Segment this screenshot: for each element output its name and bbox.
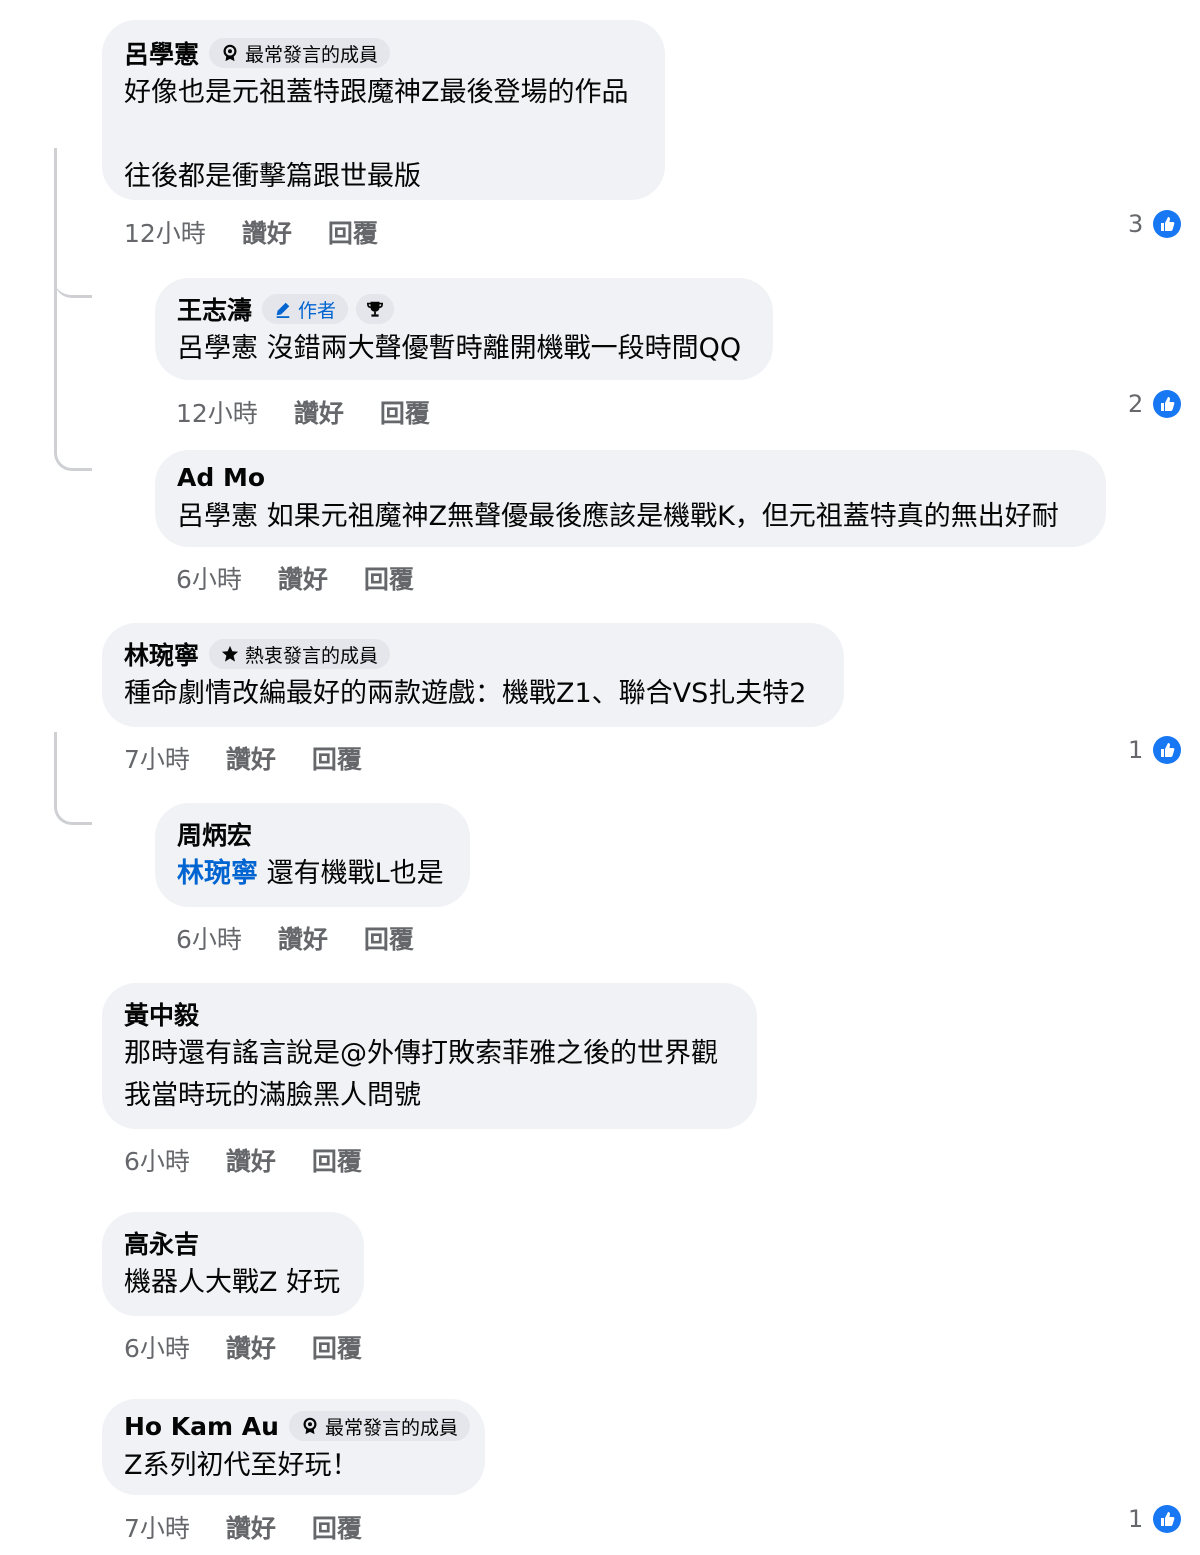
reaction-count[interactable]: 1: [1128, 736, 1182, 764]
comment-author[interactable]: 黃中毅: [124, 996, 199, 1032]
like-button[interactable]: 讚好: [226, 1509, 276, 1545]
like-button[interactable]: 讚好: [226, 1329, 276, 1365]
rising-contributor-badge[interactable]: 熱衷發言的成員: [209, 639, 391, 669]
comment-text: 好像也是元祖蓋特跟魔神Z最後登場的作品 往後都是衝擊篇跟世最版: [124, 77, 629, 192]
reply-button[interactable]: 回覆: [312, 1329, 362, 1365]
like-button[interactable]: 讚好: [226, 1142, 276, 1178]
top-contributor-badge[interactable]: 最常發言的成員: [288, 1411, 470, 1441]
like-button[interactable]: 讚好: [226, 740, 276, 776]
comment-actions: 7小時 讚好 回覆: [124, 740, 362, 776]
comment-actions: 12小時 讚好 回覆: [124, 214, 378, 250]
comment-author[interactable]: 林琬寧: [124, 636, 199, 672]
author-badge[interactable]: 作者: [262, 294, 349, 324]
reaction-count[interactable]: 2: [1128, 390, 1182, 418]
reaction-count-value: 1: [1128, 736, 1144, 764]
comment-text: 種命劇情改編最好的兩款遊戲：機戰Z1、聯合VS扎夫特2: [124, 678, 807, 709]
comment-author[interactable]: 王志濤: [177, 291, 252, 327]
comment-actions: 6小時 讚好 回覆: [124, 1142, 362, 1178]
comment-text: 那時還有謠言說是@外傳打敗索菲雅之後的世界觀 我當時玩的滿臉黑人問號: [124, 1038, 718, 1111]
badge-label: 最常發言的成員: [324, 1416, 458, 1439]
mention-link[interactable]: 呂學憲: [177, 333, 258, 364]
reaction-count-value: 1: [1128, 1505, 1144, 1533]
comment-author[interactable]: Ad Mo: [177, 463, 265, 492]
comment-actions: 6小時 讚好 回覆: [176, 920, 414, 956]
comment-time[interactable]: 6小時: [124, 1329, 190, 1365]
comment-author[interactable]: 呂學憲: [124, 35, 199, 71]
mention-link[interactable]: 呂學憲: [177, 501, 258, 532]
comment-author[interactable]: 周炳宏: [177, 816, 252, 852]
badge-label: 作者: [298, 299, 337, 322]
thumbs-up-icon: [1153, 210, 1182, 238]
comment-text: Z系列初代至好玩！: [124, 1450, 359, 1481]
trophy-badge[interactable]: [356, 294, 395, 324]
reply-button[interactable]: 回覆: [364, 560, 414, 596]
comment-time[interactable]: 6小時: [176, 560, 242, 596]
comment-bubble: 呂學憲 最常發言的成員 好像也是元祖蓋特跟魔神Z最後登場的作品 往後都是衝擊篇跟…: [102, 20, 665, 200]
like-button[interactable]: 讚好: [294, 394, 344, 430]
reaction-count-value: 2: [1128, 390, 1144, 418]
thumbs-up-icon: [1153, 736, 1182, 764]
top-contributor-badge[interactable]: 最常發言的成員: [209, 38, 391, 68]
comment-text: 機器人大戰Z 好玩: [124, 1267, 341, 1298]
comment-bubble: 黃中毅 那時還有謠言說是@外傳打敗索菲雅之後的世界觀 我當時玩的滿臉黑人問號: [102, 983, 757, 1129]
ribbon-medal-icon: [303, 1417, 317, 1435]
reply-button[interactable]: 回覆: [312, 1142, 362, 1178]
star-icon: [221, 645, 239, 662]
comment-actions: 6小時 讚好 回覆: [176, 560, 414, 596]
reaction-count[interactable]: 3: [1128, 210, 1182, 238]
comment-text: 如果元祖魔神Z無聲優最後應該是機戰K，但元祖蓋特真的無出好耐: [258, 501, 1059, 532]
mention-link[interactable]: 林琬寧: [177, 858, 258, 889]
comment-time[interactable]: 6小時: [124, 1142, 190, 1178]
pencil-icon: [276, 302, 290, 318]
thread-branch: [54, 258, 92, 298]
comment-time[interactable]: 7小時: [124, 1509, 190, 1545]
comment-bubble: 林琬寧 熱衷發言的成員 種命劇情改編最好的兩款遊戲：機戰Z1、聯合VS扎夫特2: [102, 623, 844, 727]
like-button[interactable]: 讚好: [278, 560, 328, 596]
reaction-count[interactable]: 1: [1128, 1505, 1182, 1533]
thumbs-up-icon: [1153, 390, 1182, 418]
comment-actions: 7小時 讚好 回覆: [124, 1509, 362, 1545]
like-button[interactable]: 讚好: [242, 214, 292, 250]
comment-time[interactable]: 12小時: [176, 394, 258, 430]
thread-branch: [54, 298, 92, 471]
comment-actions: 12小時 讚好 回覆: [176, 394, 430, 430]
thumbs-up-icon: [1153, 1505, 1182, 1533]
reply-button[interactable]: 回覆: [380, 394, 430, 430]
reaction-count-value: 3: [1128, 210, 1144, 238]
comment-bubble: Ho Kam Au 最常發言的成員 Z系列初代至好玩！: [102, 1399, 485, 1495]
badge-label: 熱衷發言的成員: [245, 644, 379, 667]
comment-author[interactable]: 高永吉: [124, 1225, 199, 1261]
comment-author[interactable]: Ho Kam Au: [124, 1412, 279, 1441]
ribbon-medal-icon: [223, 44, 237, 62]
comment-bubble: 高永吉 機器人大戰Z 好玩: [102, 1212, 364, 1316]
reply-bubble: 周炳宏 林琬寧 還有機戰L也是: [155, 803, 470, 907]
trophy-icon: [367, 301, 384, 317]
reply-bubble: 王志濤 作者 呂學憲 沒錯兩大聲優暫時離開機戰一段時間QQ: [155, 278, 773, 380]
reply-button[interactable]: 回覆: [328, 214, 378, 250]
reply-button[interactable]: 回覆: [312, 1509, 362, 1545]
badge-label: 最常發言的成員: [245, 43, 379, 66]
comment-time[interactable]: 6小時: [176, 920, 242, 956]
reply-button[interactable]: 回覆: [312, 740, 362, 776]
comment-time[interactable]: 12小時: [124, 214, 206, 250]
comment-actions: 6小時 讚好 回覆: [124, 1329, 362, 1365]
thread-branch: [54, 732, 92, 825]
reply-button[interactable]: 回覆: [364, 920, 414, 956]
comment-text: 還有機戰L也是: [258, 858, 444, 889]
comment-text: 沒錯兩大聲優暫時離開機戰一段時間QQ: [258, 333, 742, 364]
reply-bubble: Ad Mo 呂學憲 如果元祖魔神Z無聲優最後應該是機戰K，但元祖蓋特真的無出好耐: [155, 450, 1106, 547]
like-button[interactable]: 讚好: [278, 920, 328, 956]
comment-time[interactable]: 7小時: [124, 740, 190, 776]
